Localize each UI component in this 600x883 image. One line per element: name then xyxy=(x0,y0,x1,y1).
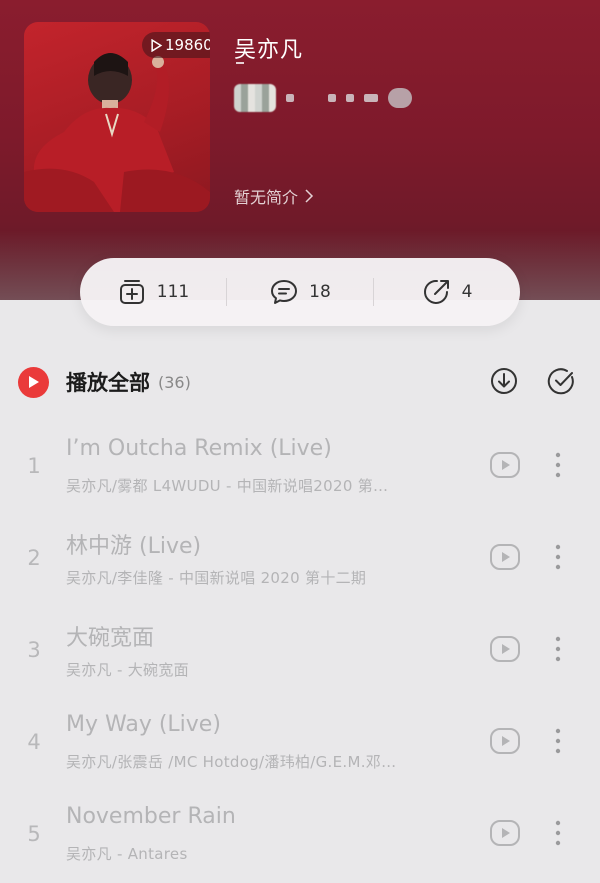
comments-button[interactable]: 18 xyxy=(227,277,373,307)
comment-icon xyxy=(271,280,298,304)
intro-text: 暂无简介 xyxy=(234,188,299,207)
more-options-icon[interactable] xyxy=(548,450,568,480)
add-to-collection-icon xyxy=(119,280,144,304)
creator-name-blur xyxy=(364,94,378,102)
share-icon xyxy=(423,279,449,304)
collect-button[interactable]: 111 xyxy=(80,277,226,307)
play-count-value: 19860 xyxy=(165,36,210,54)
song-index: 3 xyxy=(27,638,41,662)
play-all-label[interactable]: 播放全部 xyxy=(66,367,150,397)
song-row[interactable]: 1 I’m Outcha Remix (Live) 吴亦凡/雾都 L4WUDU … xyxy=(0,428,600,520)
creator-name-blur xyxy=(286,94,294,102)
multi-select-icon[interactable] xyxy=(546,366,576,396)
play-count-badge: 19860 xyxy=(142,32,210,58)
song-index: 1 xyxy=(27,454,41,478)
creator-avatar xyxy=(234,84,276,112)
song-row[interactable]: 2 林中游 (Live) 吴亦凡/李佳隆 - 中国新说唱 2020 第十二期 xyxy=(0,520,600,612)
song-list: 1 I’m Outcha Remix (Live) 吴亦凡/雾都 L4WUDU … xyxy=(0,428,600,883)
play-icon xyxy=(28,376,39,388)
song-title: November Rain xyxy=(66,804,236,829)
download-all-icon[interactable] xyxy=(489,366,519,396)
mv-play-icon[interactable] xyxy=(489,727,521,755)
creator-info-blurred[interactable] xyxy=(234,84,412,112)
song-artist: 吴亦凡/李佳隆 - 中国新说唱 2020 第十二期 xyxy=(66,569,367,587)
more-options-icon[interactable] xyxy=(548,542,568,572)
mv-play-icon[interactable] xyxy=(489,635,521,663)
song-count: (36) xyxy=(158,372,191,392)
collect-count: 111 xyxy=(156,282,190,302)
playlist-stats-bar: 111 18 4 xyxy=(80,258,520,326)
song-artist: 吴亦凡/雾都 L4WUDU - 中国新说唱2020 第… xyxy=(66,477,389,495)
play-all-button[interactable] xyxy=(18,366,49,398)
share-button[interactable]: 4 xyxy=(374,277,520,307)
more-options-icon[interactable] xyxy=(548,634,568,664)
song-artist: 吴亦凡/张震岳 /MC Hotdog/潘玮柏/G.E.M.邓… xyxy=(66,753,397,771)
song-artist: 吴亦凡 - Antares xyxy=(66,845,188,863)
mv-play-icon[interactable] xyxy=(489,451,521,479)
song-artist: 吴亦凡 - 大碗宽面 xyxy=(66,661,189,679)
playlist-title[interactable]: 吴亦凡 xyxy=(234,32,303,64)
song-index: 2 xyxy=(27,546,41,570)
song-title: 大碗宽面 xyxy=(66,626,155,651)
playlist-header: 19860 吴亦凡 暂无简介 xyxy=(0,0,600,300)
song-index: 5 xyxy=(27,822,41,846)
more-options-icon[interactable] xyxy=(548,818,568,848)
title-underline xyxy=(236,62,244,64)
share-count: 4 xyxy=(461,282,473,302)
song-title: I’m Outcha Remix (Live) xyxy=(66,436,332,461)
song-row[interactable]: 4 My Way (Live) 吴亦凡/张震岳 /MC Hotdog/潘玮柏/G… xyxy=(0,704,600,796)
comments-count: 18 xyxy=(309,282,331,302)
creator-name-blur xyxy=(328,94,336,102)
mv-play-icon[interactable] xyxy=(489,819,521,847)
song-index: 4 xyxy=(27,730,41,754)
mv-play-icon[interactable] xyxy=(489,543,521,571)
song-title: My Way (Live) xyxy=(66,712,221,737)
creator-name-blur xyxy=(346,94,354,102)
chevron-right-icon xyxy=(305,189,314,203)
song-row[interactable]: 3 大碗宽面 吴亦凡 - 大碗宽面 xyxy=(0,612,600,704)
song-row[interactable]: 5 November Rain 吴亦凡 - Antares xyxy=(0,796,600,883)
play-all-row: 播放全部 (36) xyxy=(18,362,582,402)
more-options-icon[interactable] xyxy=(548,726,568,756)
song-title: 林中游 (Live) xyxy=(66,534,202,559)
play-triangle-icon xyxy=(151,38,163,52)
follow-badge-blur xyxy=(388,88,412,108)
playlist-cover[interactable]: 19860 xyxy=(24,22,210,212)
playlist-intro-link[interactable]: 暂无简介 xyxy=(234,184,316,208)
